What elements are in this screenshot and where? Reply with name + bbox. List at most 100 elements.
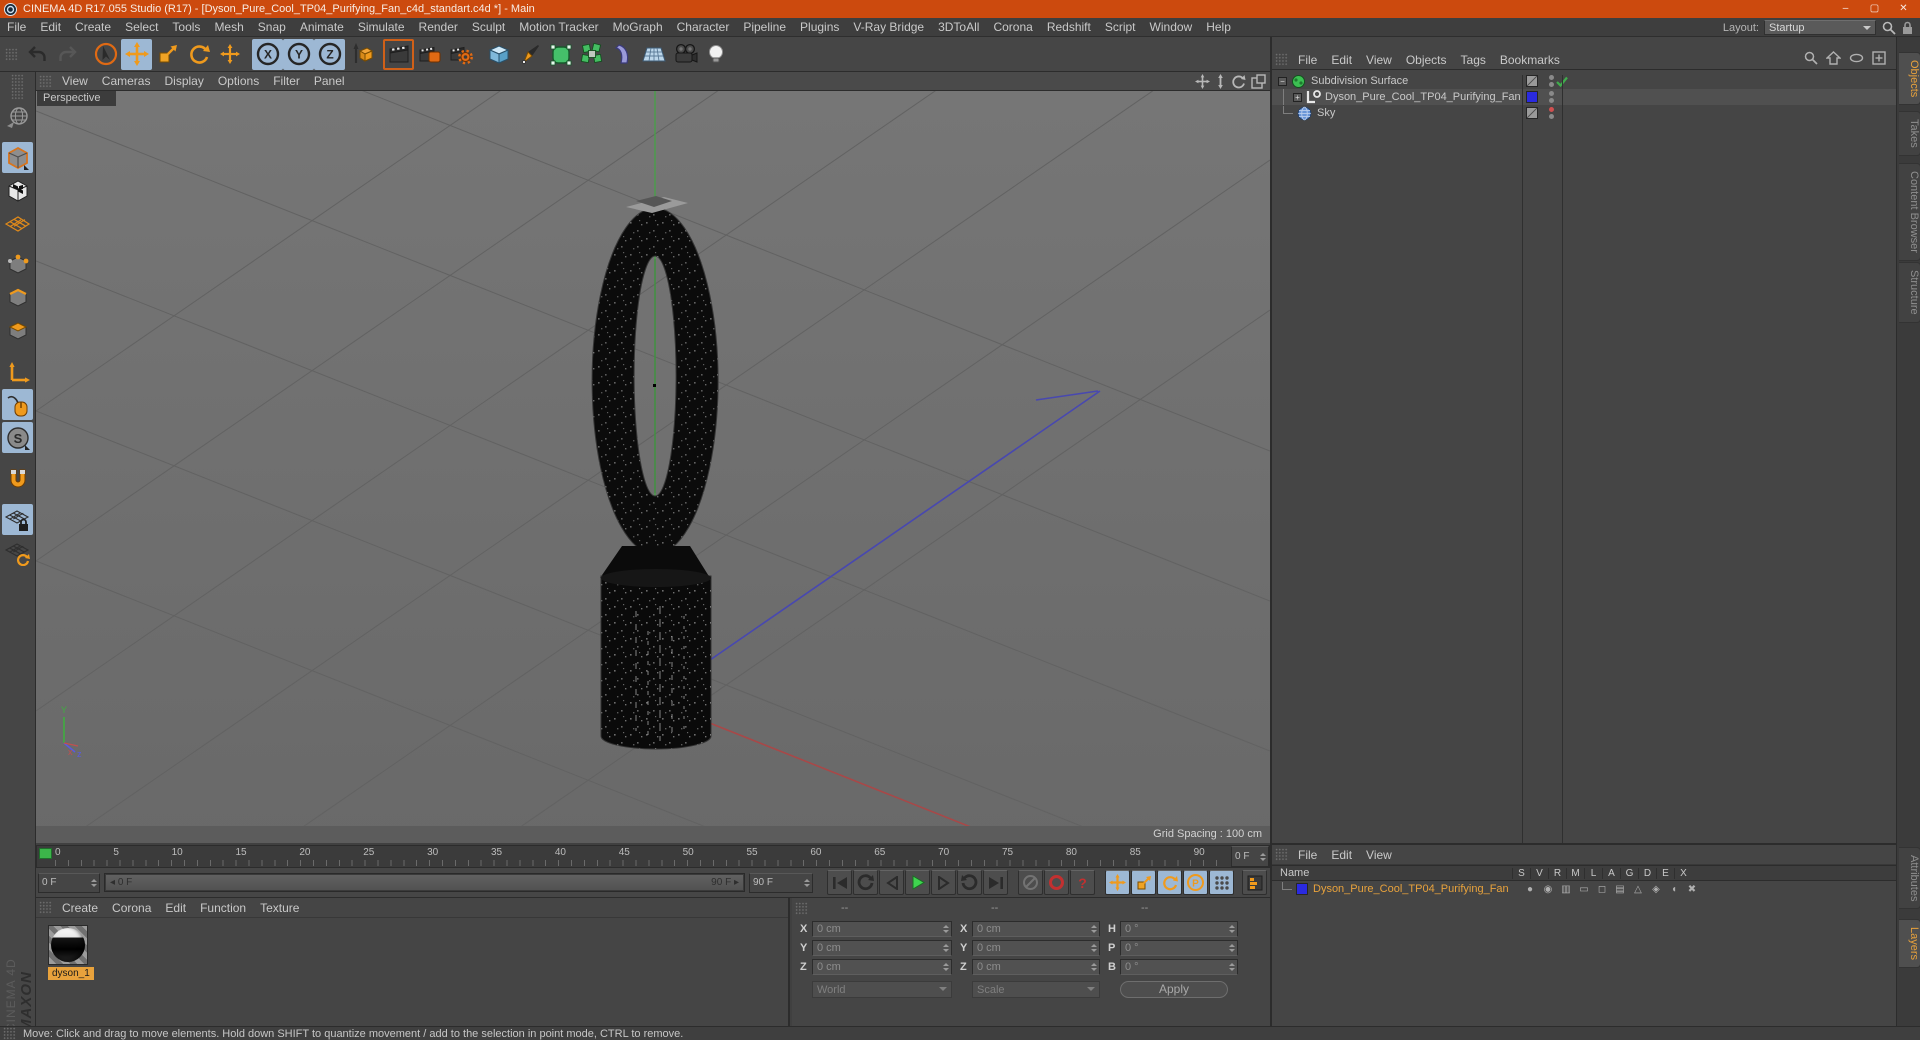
layer-name[interactable]: Dyson_Pure_Cool_TP04_Purifying_Fan [1313,883,1521,895]
menu-item[interactable]: Animate [293,20,351,34]
lock-z-axis-button[interactable]: Z [314,38,345,70]
menu-item[interactable]: Sculpt [465,20,512,34]
menu-item[interactable]: Select [118,20,165,34]
play-backwards-button[interactable] [853,870,878,895]
layer-manager-grip[interactable] [1275,848,1288,861]
magnet-button[interactable] [2,463,33,494]
key-scale-button[interactable] [1131,870,1156,895]
rot-h-field[interactable]: 0 ° [1120,921,1238,937]
viewport-solo-mouse-button[interactable] [2,389,33,420]
size-x-field[interactable]: 0 cm [972,921,1100,937]
loop-button[interactable] [957,870,982,895]
enable-axis-button[interactable] [2,356,33,387]
rotate-view-icon[interactable] [1231,74,1246,89]
object-manager-menu-item[interactable]: Objects [1399,53,1454,67]
primitive-cube-button[interactable] [483,39,514,70]
viewport-menu-item[interactable]: Cameras [95,74,158,88]
collapse-icon[interactable]: − [1278,76,1287,86]
key-position-button[interactable] [1105,870,1130,895]
tab-takes[interactable]: Takes [1899,111,1920,156]
material-thumbnail[interactable] [48,925,88,965]
viewport-menu-item[interactable]: Panel [307,74,352,88]
undo-button[interactable] [21,39,52,70]
go-to-start-button[interactable] [827,870,852,895]
object-manager-menu-item[interactable]: Bookmarks [1493,53,1567,67]
record-options-button[interactable]: ? [1070,870,1095,895]
maximize-button[interactable]: ▢ [1860,0,1889,18]
object-row-sky[interactable]: Sky [1272,105,1896,121]
menu-item[interactable]: 3DToAll [931,20,986,34]
toggle-maximize-view-icon[interactable] [1251,74,1266,89]
tab-structure[interactable]: Structure [1899,262,1920,323]
material-name-label[interactable]: dyson_1 [48,967,94,980]
layer-column-header[interactable]: G [1620,867,1638,879]
end-frame-spinner[interactable]: 90 F [749,872,813,893]
layer-manager-icon[interactable]: ▭ [1575,884,1593,895]
mograph-button[interactable] [576,39,607,70]
layer-generators-icon[interactable]: △ [1629,884,1647,895]
menu-item[interactable]: File [0,20,33,34]
layer-xref-icon[interactable]: ✖ [1683,884,1701,895]
layer-column-header[interactable]: D [1638,867,1656,879]
stepper-arrows-icon[interactable] [91,874,97,892]
viewport-menu-item[interactable]: Display [157,74,210,88]
edges-mode-button[interactable] [2,282,33,313]
next-frame-button[interactable] [931,870,956,895]
timeline-ruler[interactable]: 0 5 10 15 20 25 30 35 40 45 50 55 60 65 70 75 80 85 90 0 F [36,845,1270,868]
key-parameter-button[interactable]: P [1183,870,1208,895]
menu-item[interactable]: Help [1199,20,1238,34]
workplane-lock-button[interactable] [2,504,33,535]
timeline-panel-button[interactable] [1242,870,1267,895]
record-keyframe-button[interactable] [1044,870,1069,895]
texture-mode-button[interactable] [2,175,33,206]
autokey-button[interactable] [1018,870,1043,895]
go-to-end-button[interactable] [983,870,1008,895]
menu-item[interactable]: Edit [33,20,68,34]
menu-item[interactable]: Window [1143,20,1200,34]
visibility-dots[interactable] [1549,75,1554,87]
model-mode-button[interactable] [2,142,33,173]
move-tool-button[interactable] [121,38,152,70]
previous-frame-button[interactable] [879,870,904,895]
current-frame-spinner[interactable]: 0 F [38,872,100,893]
menu-item[interactable]: Mesh [207,20,250,34]
tab-attributes[interactable]: Attributes [1899,847,1920,910]
menu-item[interactable]: Plugins [793,20,846,34]
menu-item[interactable]: Create [68,20,118,34]
render-view-button[interactable] [383,39,414,70]
object-manager-menu-item[interactable]: Tags [1454,53,1493,67]
tab-layers[interactable]: Layers [1899,919,1920,969]
object-row-dyson-fan[interactable]: + Dyson_Pure_Cool_TP04_Purifying_Fan [1272,89,1896,105]
coordinate-system-button[interactable] [345,39,376,70]
workplane-rotate-button[interactable] [2,537,33,568]
environment-button[interactable] [638,39,669,70]
filter-eye-icon[interactable] [1849,51,1864,65]
search-icon[interactable] [1882,21,1896,35]
rot-p-field[interactable]: 0 ° [1120,940,1238,956]
size-z-field[interactable]: 0 cm [972,959,1100,975]
material-menu-item[interactable]: Corona [105,901,158,915]
layer-swatch-none[interactable] [1526,107,1538,119]
apply-button[interactable]: Apply [1120,981,1228,998]
visibility-dots[interactable] [1549,107,1554,119]
layer-swatch-none[interactable] [1526,75,1538,87]
layer-column-header[interactable]: E [1656,867,1674,879]
rotate-tool-button[interactable] [183,39,214,70]
menu-item[interactable]: MoGraph [606,20,670,34]
visibility-dots[interactable] [1549,91,1554,103]
viewport-menu-item[interactable]: Options [211,74,266,88]
menu-item[interactable]: Character [670,20,737,34]
tab-objects[interactable]: Objects [1899,52,1920,106]
object-name[interactable]: Sky [1317,107,1335,119]
object-name[interactable]: Subdivision Surface [1311,75,1408,87]
layer-column-header[interactable]: S [1512,867,1530,879]
play-forwards-button[interactable] [905,870,930,895]
polygons-mode-button[interactable] [2,315,33,346]
layer-column-header[interactable]: A [1602,867,1620,879]
fan-model[interactable] [591,196,719,750]
layer-swatch-blue[interactable] [1526,91,1538,103]
menu-item[interactable]: Corona [986,20,1039,34]
coord-mode-dropdown[interactable]: World [812,981,952,998]
key-rotation-button[interactable] [1157,870,1182,895]
viewport-menu-item[interactable]: View [55,74,95,88]
